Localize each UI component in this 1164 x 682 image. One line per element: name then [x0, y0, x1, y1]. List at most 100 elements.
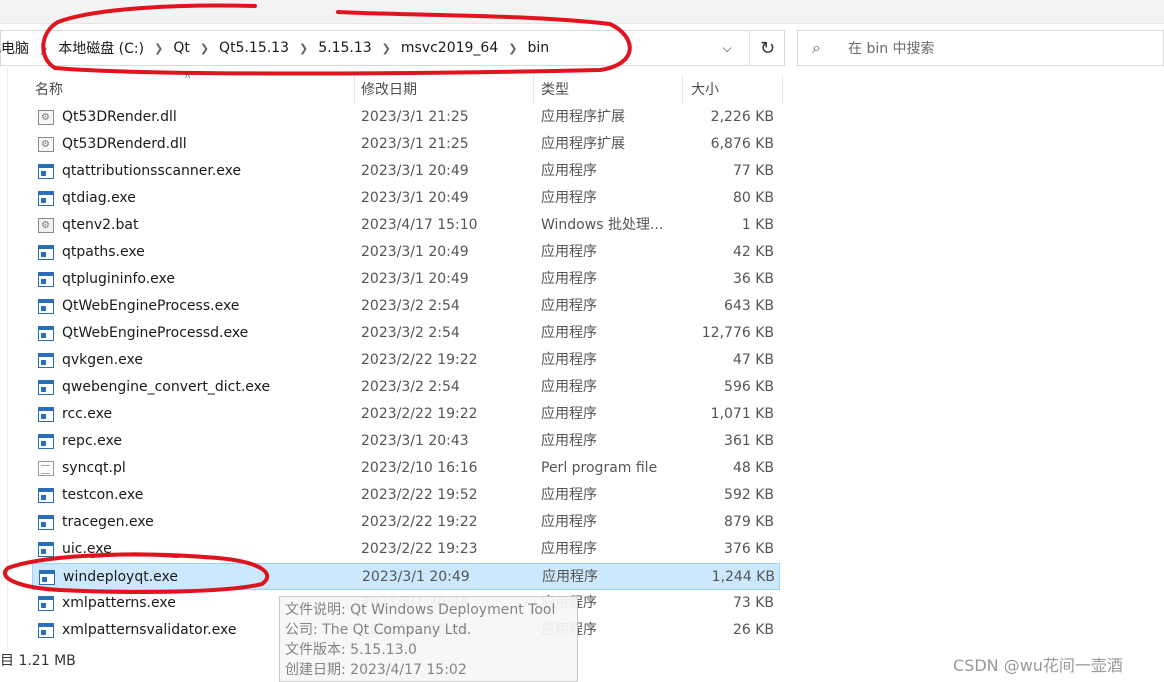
file-size: 376 KB	[724, 541, 774, 557]
file-type: 应用程序扩展	[541, 109, 625, 125]
column-name[interactable]: 名称	[26, 76, 354, 104]
chevron-right-icon[interactable]: ❯	[148, 42, 169, 55]
file-row[interactable]: Qt53DRender.dll 2023/3/1 21:25 应用程序扩展 2,226…	[32, 104, 780, 131]
exe-file-icon	[38, 380, 54, 395]
file-row[interactable]: qtdiag.exe 2023/3/1 20:49 应用程序 80 KB	[32, 185, 780, 212]
file-row[interactable]: repc.exe 2023/3/1 20:43 应用程序 361 KB	[32, 428, 780, 455]
exe-file-icon	[38, 488, 54, 503]
file-row[interactable]: qtenv2.bat 2023/4/17 15:10 Windows 批处理... 1…	[32, 212, 780, 239]
column-type[interactable]: 类型	[532, 76, 682, 104]
breadcrumb-local-disk[interactable]: 本地磁盘 (C:)	[54, 38, 148, 58]
file-size: 1 KB	[741, 217, 774, 233]
navigation-pane-edge[interactable]	[0, 68, 8, 648]
file-row[interactable]: windeployqt.exe 2023/3/1 20:49 应用程序 1,244 K…	[32, 563, 780, 590]
breadcrumb-this-pc[interactable]: 此电脑	[0, 38, 33, 58]
file-row[interactable]: QtWebEngineProcessd.exe 2023/3/2 2:54 应用程序…	[32, 320, 780, 347]
chevron-right-icon[interactable]: ❯	[33, 42, 54, 55]
file-name[interactable]: qtenv2.bat	[62, 212, 138, 239]
file-name[interactable]: syncqt.pl	[62, 455, 126, 482]
column-divider[interactable]	[782, 76, 783, 104]
chevron-right-icon[interactable]: ❯	[376, 42, 397, 55]
file-type: 应用程序	[541, 352, 597, 368]
file-name[interactable]: uic.exe	[62, 536, 112, 563]
file-name[interactable]: QtWebEngineProcessd.exe	[62, 320, 248, 347]
address-bar[interactable]: 此电脑 ❯ 本地磁盘 (C:) ❯ Qt ❯ Qt5.15.13 ❯ 5.15.…	[0, 30, 785, 66]
file-type: 应用程序扩展	[541, 136, 625, 152]
file-date: 2023/3/1 20:49	[361, 163, 469, 179]
file-type: 应用程序	[541, 298, 597, 314]
file-name[interactable]: qtattributionsscanner.exe	[62, 158, 241, 185]
refresh-icon[interactable]: ↻	[749, 31, 785, 65]
file-row[interactable]: QtWebEngineProcess.exe 2023/3/2 2:54 应用程序 6…	[32, 293, 780, 320]
file-name[interactable]: testcon.exe	[62, 482, 143, 509]
file-date: 2023/3/1 20:43	[361, 433, 469, 449]
file-name[interactable]: tracegen.exe	[62, 509, 154, 536]
file-type: 应用程序	[541, 163, 597, 179]
file-row[interactable]: qtplugininfo.exe 2023/3/1 20:49 应用程序 36 KB	[32, 266, 780, 293]
title-strip	[0, 0, 1164, 24]
file-size: 6,876 KB	[710, 136, 774, 152]
file-name[interactable]: repc.exe	[62, 428, 122, 455]
file-size: 596 KB	[724, 379, 774, 395]
file-row[interactable]: qtattributionsscanner.exe 2023/3/1 20:49 应…	[32, 158, 780, 185]
file-size: 643 KB	[724, 298, 774, 314]
breadcrumb-msvc[interactable]: msvc2019_64	[397, 40, 502, 56]
file-info-tooltip: 文件说明: Qt Windows Deployment Tool 公司: The…	[279, 596, 578, 682]
breadcrumb-qt-version[interactable]: Qt5.15.13	[215, 40, 293, 56]
file-row[interactable]: testcon.exe 2023/2/22 19:52 应用程序 592 KB	[32, 482, 780, 509]
file-size: 26 KB	[732, 622, 774, 638]
file-size: 879 KB	[724, 514, 774, 530]
file-row[interactable]: tracegen.exe 2023/2/22 19:22 应用程序 879 KB	[32, 509, 780, 536]
file-type: 应用程序	[541, 271, 597, 287]
file-list: Qt53DRender.dll 2023/3/1 21:25 应用程序扩展 2,226…	[32, 104, 780, 644]
breadcrumb-version[interactable]: 5.15.13	[314, 40, 375, 56]
breadcrumb-qt[interactable]: Qt	[169, 40, 194, 56]
file-name[interactable]: xmlpatterns.exe	[62, 590, 176, 617]
file-date: 2023/3/1 21:25	[361, 109, 469, 125]
column-date[interactable]: 修改日期	[352, 76, 532, 104]
file-date: 2023/2/22 19:52	[361, 487, 478, 503]
chevron-right-icon[interactable]: ❯	[502, 42, 523, 55]
search-input[interactable]: ⌕ 在 bin 中搜索	[797, 30, 1164, 66]
exe-file-icon	[38, 353, 54, 368]
file-type: 应用程序	[541, 433, 597, 449]
file-name[interactable]: qtplugininfo.exe	[62, 266, 175, 293]
file-name[interactable]: Qt53DRender.dll	[62, 104, 177, 131]
file-name[interactable]: qwebengine_convert_dict.exe	[62, 374, 270, 401]
file-type: 应用程序	[541, 244, 597, 260]
file-row[interactable]: qvkgen.exe 2023/2/22 19:22 应用程序 47 KB	[32, 347, 780, 374]
file-row[interactable]: syncqt.pl 2023/2/10 16:16 Perl program fil…	[32, 455, 780, 482]
file-name[interactable]: qtdiag.exe	[62, 185, 136, 212]
file-date: 2023/2/10 16:16	[361, 460, 478, 476]
breadcrumb-bin[interactable]: bin	[523, 40, 553, 56]
chevron-right-icon[interactable]: ❯	[194, 42, 215, 55]
file-row[interactable]: qtpaths.exe 2023/3/1 20:49 应用程序 42 KB	[32, 239, 780, 266]
file-row[interactable]: qwebengine_convert_dict.exe 2023/3/2 2:54…	[32, 374, 780, 401]
chevron-down-icon[interactable]: ⌵	[713, 31, 741, 65]
exe-file-icon	[38, 245, 54, 260]
file-size: 77 KB	[732, 163, 774, 179]
file-name[interactable]: qtpaths.exe	[62, 239, 145, 266]
breadcrumb: 此电脑 ❯ 本地磁盘 (C:) ❯ Qt ❯ Qt5.15.13 ❯ 5.15.…	[0, 31, 553, 65]
file-row[interactable]: rcc.exe 2023/2/22 19:22 应用程序 1,071 KB	[32, 401, 780, 428]
file-name[interactable]: qvkgen.exe	[62, 347, 143, 374]
file-size: 80 KB	[732, 190, 774, 206]
column-size[interactable]: 大小	[682, 76, 782, 104]
file-name[interactable]: windeployqt.exe	[63, 564, 178, 591]
file-date: 2023/3/2 2:54	[361, 379, 460, 395]
file-row[interactable]: uic.exe 2023/2/22 19:23 应用程序 376 KB	[32, 536, 780, 563]
tooltip-company: 公司: The Qt Company Ltd.	[285, 622, 472, 638]
file-name[interactable]: rcc.exe	[62, 401, 112, 428]
file-row[interactable]: Qt53DRenderd.dll 2023/3/1 21:25 应用程序扩展 6,87…	[32, 131, 780, 158]
file-name[interactable]: Qt53DRenderd.dll	[62, 131, 187, 158]
search-placeholder: 在 bin 中搜索	[848, 41, 935, 57]
file-date: 2023/3/1 20:49	[362, 569, 470, 585]
file-date: 2023/3/1 20:49	[361, 271, 469, 287]
file-date: 2023/3/1 21:25	[361, 136, 469, 152]
file-name[interactable]: xmlpatternsvalidator.exe	[62, 617, 236, 644]
chevron-right-icon[interactable]: ❯	[293, 42, 314, 55]
file-size: 47 KB	[732, 352, 774, 368]
file-name[interactable]: QtWebEngineProcess.exe	[62, 293, 239, 320]
exe-file-icon	[38, 191, 54, 206]
pl-file-icon	[38, 461, 54, 476]
